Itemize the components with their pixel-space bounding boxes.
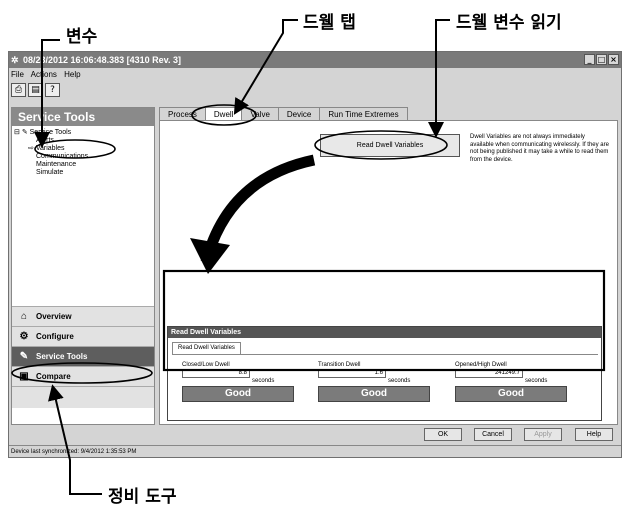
menu-help[interactable]: Help	[64, 70, 80, 79]
house-icon: ⌂	[20, 311, 28, 322]
read-dwell-variables-panel: Read Dwell Variables Read Dwell Variable…	[167, 326, 602, 421]
field-unit: seconds	[525, 378, 548, 384]
callout-service-tools: 정비 도구	[108, 487, 177, 506]
tab-device[interactable]: Device	[277, 107, 321, 121]
tree-item-service-tools[interactable]: ⊟ ✎ Service Tools	[14, 129, 154, 137]
panel-divider	[172, 354, 598, 355]
field-label: Closed/Low Dwell	[182, 362, 230, 368]
nav-spacer	[12, 386, 154, 408]
gear-icon: ⚙	[19, 331, 29, 342]
menu-file[interactable]: File	[11, 70, 24, 79]
help-icon[interactable]: ?	[45, 83, 60, 97]
status-bar: Device last synchronized: 9/4/2012 1:35:…	[9, 445, 621, 457]
read-dwell-variables-button[interactable]: Read Dwell Variables	[320, 134, 460, 157]
tab-strip: Process Dwell Valve Device Run Time Extr…	[159, 107, 408, 121]
tab-dwell[interactable]: Dwell	[204, 107, 243, 121]
tab-process[interactable]: Process	[159, 107, 206, 121]
callout-dwell-tab: 드웰 탭	[303, 13, 356, 33]
tree-item-communications[interactable]: Communications	[14, 153, 154, 161]
title-bar: ✲ 08/23/2012 16:06:48.383 [4310 Rev. 3] …	[9, 52, 621, 68]
status-badge: Good	[318, 386, 430, 402]
tree-item-variables[interactable]: ⇨ Variables	[14, 145, 154, 153]
closed-low-dwell-field: Closed/Low Dwell 8.8seconds	[182, 362, 302, 387]
status-badge: Good	[182, 386, 294, 402]
nav-item-service-tools[interactable]: ✎ Service Tools	[12, 346, 154, 366]
window-title: 08/23/2012 16:06:48.383 [4310 Rev. 3]	[23, 55, 181, 65]
toolbar: ⎙ ▤ ?	[11, 83, 60, 97]
nav-item-compare[interactable]: ▣ Compare	[12, 366, 154, 386]
status-badge: Good	[455, 386, 567, 402]
field-label: Opened/High Dwell	[455, 362, 507, 368]
dwell-note: Dwell Variables are not always immediate…	[470, 134, 609, 163]
field-value: 241249.7	[455, 369, 523, 378]
left-panel-header: Service Tools	[12, 108, 154, 126]
minimize-button[interactable]: _	[584, 54, 595, 65]
opened-high-dwell-field: Opened/High Dwell 241249.7seconds	[455, 362, 575, 387]
field-value: 8.8	[182, 369, 250, 378]
compare-icon: ▣	[19, 371, 29, 382]
left-panel: Service Tools ⊟ ✎ Service Tools Alerts ⇨…	[11, 107, 155, 425]
preview-icon[interactable]: ▤	[28, 83, 43, 97]
tab-valve[interactable]: Valve	[241, 107, 279, 121]
application-window: ✲ 08/23/2012 16:06:48.383 [4310 Rev. 3] …	[8, 51, 622, 458]
ok-button[interactable]: OK	[424, 428, 462, 441]
field-unit: seconds	[388, 378, 411, 384]
tree-item-maintenance[interactable]: Maintenance	[14, 161, 154, 169]
apply-button[interactable]: Apply	[524, 428, 562, 441]
panel-title: Read Dwell Variables	[168, 327, 601, 338]
field-unit: seconds	[252, 378, 275, 384]
panel-tab[interactable]: Read Dwell Variables	[172, 342, 241, 354]
menu-bar: File Actions Help	[9, 68, 621, 81]
field-label: Transition Dwell	[318, 362, 361, 368]
cancel-button[interactable]: Cancel	[474, 428, 512, 441]
wrench-icon: ✎	[19, 351, 29, 362]
help-button[interactable]: Help	[575, 428, 613, 441]
left-nav: ⌂ Overview ⚙ Configure ✎ Service Tools ▣…	[12, 306, 154, 408]
tab-run-time-extremes[interactable]: Run Time Extremes	[319, 107, 408, 121]
tree-item-alerts[interactable]: Alerts	[14, 137, 154, 145]
navigation-tree: ⊟ ✎ Service Tools Alerts ⇨ Variables Com…	[12, 126, 154, 177]
nav-item-overview[interactable]: ⌂ Overview	[12, 306, 154, 326]
app-icon: ✲	[11, 55, 19, 65]
tab-content: Read Dwell Variables Dwell Variables are…	[159, 120, 618, 425]
maximize-button[interactable]: □	[596, 54, 607, 65]
callout-read-dwell-variables: 드웰 변수 읽기	[456, 13, 562, 33]
field-value: 1.6	[318, 369, 386, 378]
tree-item-simulate[interactable]: Simulate	[14, 169, 154, 177]
nav-item-configure[interactable]: ⚙ Configure	[12, 326, 154, 346]
close-button[interactable]: ×	[608, 54, 619, 65]
print-icon[interactable]: ⎙	[11, 83, 26, 97]
transition-dwell-field: Transition Dwell 1.6seconds	[318, 362, 438, 387]
tool-icon: ✎	[21, 129, 28, 136]
menu-actions[interactable]: Actions	[31, 70, 57, 79]
callout-variables: 변수	[66, 27, 98, 47]
arrow-right-icon: ⇨	[28, 145, 34, 152]
